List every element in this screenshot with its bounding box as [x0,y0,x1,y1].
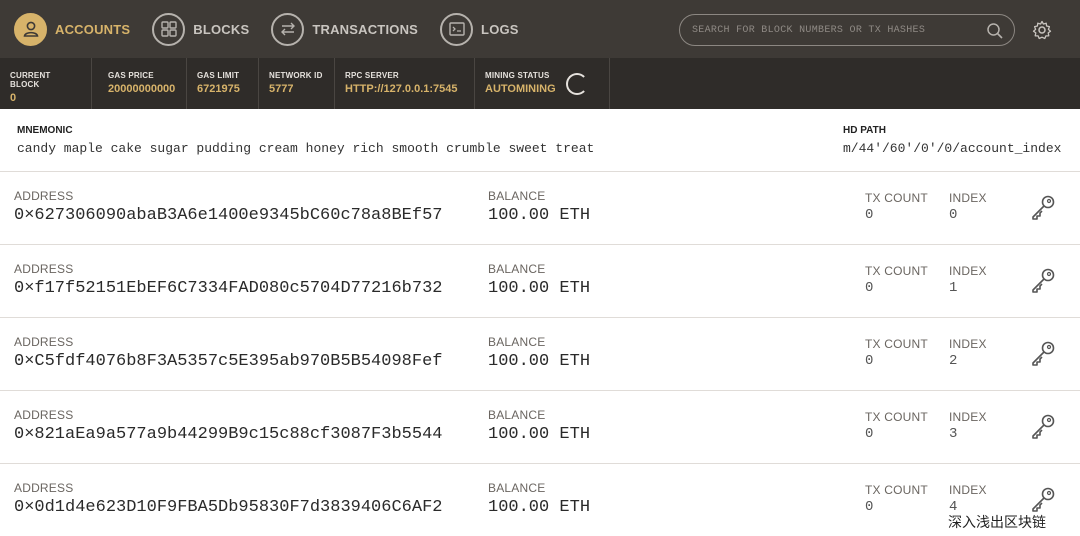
tx-count-label: TX COUNT [865,337,928,351]
watermark: 深入浅出区块链 [948,515,1046,531]
hd-path-label: HD PATH [843,125,886,136]
search-icon[interactable] [986,22,1004,45]
key-icon[interactable] [1030,340,1056,371]
nav-accounts-label: ACCOUNTS [55,21,131,37]
mining-spinner-icon [565,73,588,95]
nav-logs-label: LOGS [481,21,519,37]
account-address: 0×627306090abaB3A6e1400e9345bC60c78a8BEf… [14,206,443,225]
top-nav: ACCOUNTS BLOCKS TRANSACTIONS LOGS [0,0,1080,58]
network-id-stat: NETWORK ID 5777 [259,58,335,109]
nav-logs[interactable]: LOGS [440,0,519,58]
address-label: ADDRESS [14,481,74,495]
account-balance: 100.00 ETH [488,279,591,298]
current-block-stat: CURRENT BLOCK 0 [0,58,92,109]
current-block-label: CURRENT BLOCK [10,71,51,89]
address-label: ADDRESS [14,408,74,422]
gas-limit-label: GAS LIMIT [197,71,240,80]
tx-count-label: TX COUNT [865,191,928,205]
gas-limit-stat: GAS LIMIT 6721975 [187,58,259,109]
status-bar: CURRENT BLOCK 0 GAS PRICE 20000000000 GA… [0,58,1080,109]
account-tx-count: 0 [865,207,874,223]
address-label: ADDRESS [14,262,74,276]
person-icon [14,12,47,46]
rpc-server-label: RPC SERVER [345,71,399,80]
nav-blocks-label: BLOCKS [193,21,250,37]
account-address: 0×f17f52151EbEF6C7334FAD080c5704D77216b7… [14,279,443,298]
index-label: INDEX [949,191,987,205]
account-balance: 100.00 ETH [488,206,591,225]
log-icon [440,12,474,46]
rpc-server-stat: RPC SERVER HTTP://127.0.0.1:7545 [335,58,475,109]
address-label: ADDRESS [14,335,74,349]
grid-icon [152,12,186,46]
account-balance: 100.00 ETH [488,498,591,517]
account-address: 0×0d1d4e623D10F9FBA5Db95830F7d3839406C6A… [14,498,443,517]
balance-label: BALANCE [488,189,546,203]
account-row: ADDRESS 0×821aEa9a577a9b44299B9c15c88cf30… [0,391,1080,464]
rpc-server-value: HTTP://127.0.0.1:7545 [345,83,458,95]
key-icon[interactable] [1030,413,1056,444]
account-tx-count: 0 [865,426,874,442]
nav-transactions-label: TRANSACTIONS [312,21,419,37]
balance-label: BALANCE [488,262,546,276]
balance-label: BALANCE [488,481,546,495]
account-balance: 100.00 ETH [488,425,591,444]
search-box[interactable] [679,14,1015,46]
balance-label: BALANCE [488,335,546,349]
account-row: ADDRESS 0×0d1d4e623D10F9FBA5Db95830F7d383… [0,464,1080,536]
account-row: ADDRESS 0×f17f52151EbEF6C7334FAD080c5704D… [0,245,1080,318]
balance-label: BALANCE [488,408,546,422]
key-icon[interactable] [1030,194,1056,225]
tx-count-label: TX COUNT [865,483,928,497]
hd-path-value: m/44'/60'/0'/0/account_index [843,141,1062,156]
account-address: 0×821aEa9a577a9b44299B9c15c88cf3087F3b55… [14,425,443,444]
tx-count-label: TX COUNT [865,410,928,424]
account-index: 0 [949,207,958,223]
swap-icon [271,12,305,46]
search-input[interactable] [692,24,982,36]
index-label: INDEX [949,410,987,424]
key-icon[interactable] [1030,267,1056,298]
gas-price-label: GAS PRICE [108,71,154,80]
account-balance: 100.00 ETH [488,352,591,371]
address-label: ADDRESS [14,189,74,203]
tx-count-label: TX COUNT [865,264,928,278]
account-address: 0×C5fdf4076b8F3A5357c5E395ab970B5B54098F… [14,352,443,371]
account-index: 2 [949,353,958,369]
mnemonic-label: MNEMONIC [17,125,73,136]
index-label: INDEX [949,483,987,497]
nav-transactions[interactable]: TRANSACTIONS [271,0,418,58]
gear-icon[interactable] [1032,20,1052,45]
account-tx-count: 0 [865,499,874,515]
gas-limit-value: 6721975 [197,83,240,95]
mnemonic-panel: MNEMONIC candy maple cake sugar pudding … [0,109,1080,172]
index-label: INDEX [949,264,987,278]
account-row: ADDRESS 0×627306090abaB3A6e1400e9345bC60c… [0,172,1080,245]
nav-blocks[interactable]: BLOCKS [152,0,249,58]
mnemonic-value: candy maple cake sugar pudding cream hon… [17,141,595,156]
account-index: 3 [949,426,958,442]
mining-status-value: AUTOMINING [485,83,556,95]
account-row: ADDRESS 0×C5fdf4076b8F3A5357c5E395ab970B5… [0,318,1080,391]
account-tx-count: 0 [865,280,874,296]
gas-price-value: 20000000000 [108,83,176,95]
mining-status-label: MINING STATUS [485,71,550,80]
current-block-value: 0 [10,92,17,104]
network-id-label: NETWORK ID [269,71,323,80]
account-index: 1 [949,280,958,296]
mining-status-stat: MINING STATUS AUTOMINING [475,58,610,109]
gas-price-stat: GAS PRICE 20000000000 [92,58,187,109]
nav-accounts[interactable]: ACCOUNTS [14,0,130,58]
mining-status-row: MINING STATUS AUTOMINING [485,71,599,95]
account-tx-count: 0 [865,353,874,369]
index-label: INDEX [949,337,987,351]
network-id-value: 5777 [269,83,294,95]
